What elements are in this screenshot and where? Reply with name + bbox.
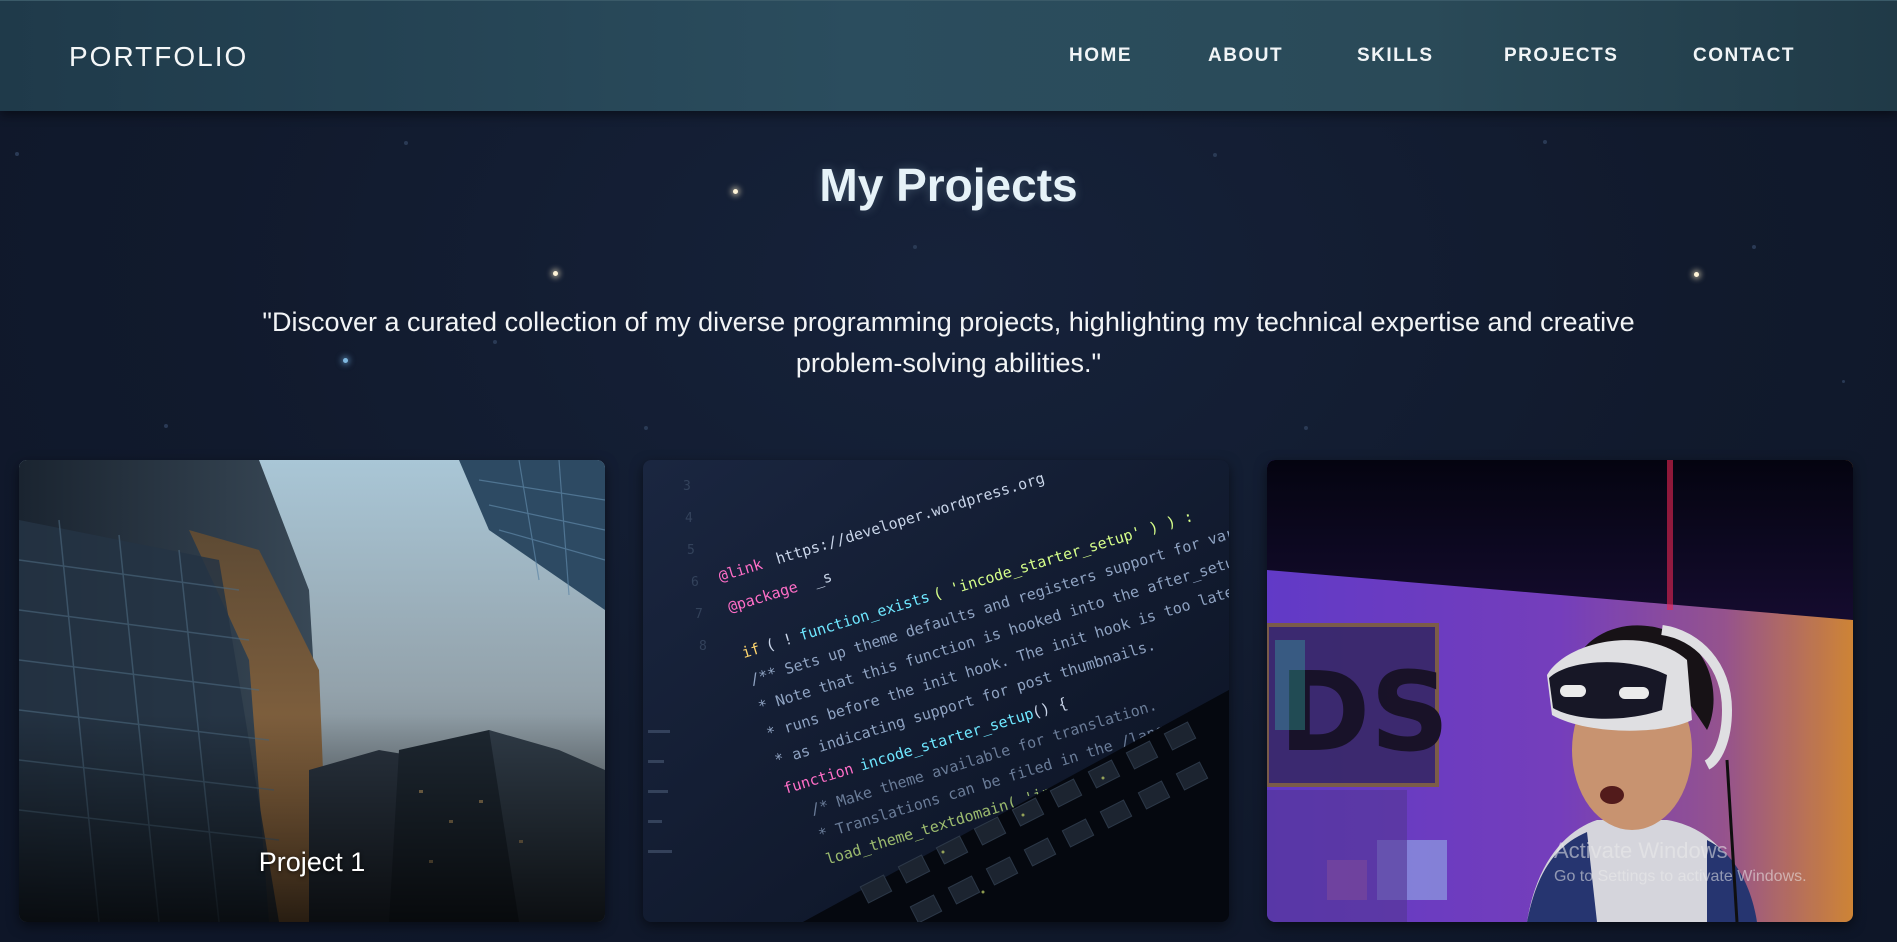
nav-link-home[interactable]: HOME bbox=[1069, 45, 1132, 67]
star bbox=[644, 426, 648, 430]
nav-link-contact[interactable]: CONTACT bbox=[1693, 45, 1795, 67]
star bbox=[1543, 140, 1547, 144]
svg-text:4: 4 bbox=[685, 511, 693, 526]
section-title: My Projects bbox=[819, 159, 1078, 211]
nav-link-projects[interactable]: PROJECTS bbox=[1504, 45, 1618, 67]
svg-text:8: 8 bbox=[699, 639, 707, 654]
windows-activation-watermark: Activate Windows Go to Settings to activ… bbox=[1554, 838, 1807, 886]
star bbox=[913, 245, 917, 249]
watermark-title: Activate Windows bbox=[1554, 838, 1728, 863]
svg-text:5: 5 bbox=[687, 543, 695, 558]
star bbox=[1842, 380, 1845, 383]
svg-text:3: 3 bbox=[683, 479, 691, 494]
star bbox=[1304, 426, 1308, 430]
star bbox=[164, 424, 168, 428]
project-card-label: Project 1 bbox=[258, 847, 366, 877]
brand-logo[interactable]: PORTFOLIO bbox=[69, 41, 248, 73]
nav-link-about[interactable]: ABOUT bbox=[1208, 45, 1283, 67]
portfolio-page: PORTFOLIO HOME ABOUT SKILLS PROJECTS CON… bbox=[0, 0, 1897, 942]
nav-link-skills[interactable]: SKILLS bbox=[1357, 45, 1434, 67]
star bbox=[553, 271, 558, 276]
project-card-2[interactable]: @link https://developer.wordpress.org @pa… bbox=[643, 460, 1229, 922]
code-laptop-photo-icon: @linkhttps://developer.wordpress.org @pa… bbox=[643, 460, 1229, 922]
watermark-subtitle: Go to Settings to activate Windows. bbox=[1554, 868, 1807, 885]
top-navbar: PORTFOLIO HOME ABOUT SKILLS PROJECTS CON… bbox=[0, 0, 1897, 111]
star bbox=[1213, 153, 1217, 157]
star bbox=[15, 152, 19, 156]
svg-text:7: 7 bbox=[695, 607, 703, 622]
star bbox=[1752, 245, 1756, 249]
svg-text:6: 6 bbox=[691, 575, 699, 590]
star bbox=[404, 141, 408, 145]
section-description: "Discover a curated collection of my div… bbox=[262, 307, 1635, 378]
project-card-1[interactable]: Project 1 bbox=[19, 460, 605, 922]
star bbox=[1694, 272, 1699, 277]
